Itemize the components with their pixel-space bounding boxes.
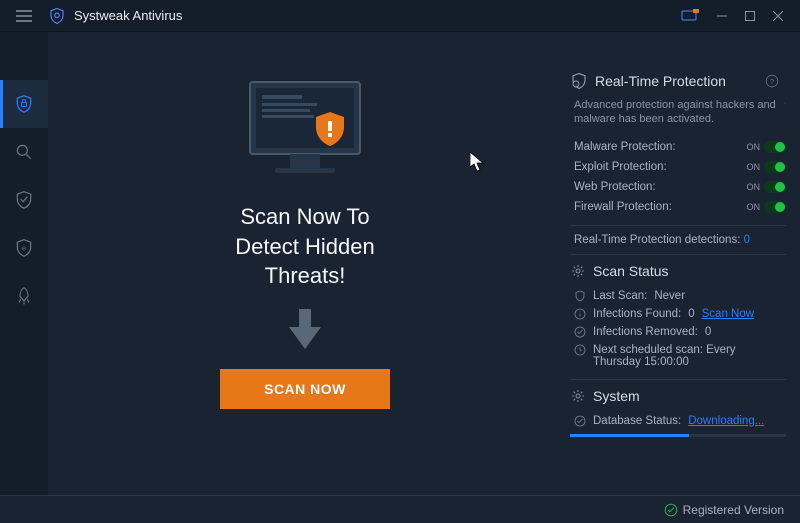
gear-icon (570, 388, 586, 404)
toggle-exploit[interactable] (764, 161, 786, 173)
right-panel: i Real-Time Protection ? Advanced protec… (562, 32, 800, 495)
nav-exploit[interactable]: e (0, 224, 48, 272)
rtp-detections: Real-Time Protection detections: 0 (570, 234, 786, 246)
db-status-value: Downloading... (688, 415, 764, 427)
system-header: System (570, 388, 786, 404)
hero-line3: Threats! (235, 261, 374, 291)
hero-panel: Scan Now To Detect Hidden Threats! SCAN … (48, 32, 562, 495)
nav-search[interactable] (0, 128, 48, 176)
rtp-header: i Real-Time Protection ? (570, 72, 786, 90)
app-logo-icon (48, 7, 66, 25)
monitor-illustration (240, 77, 370, 187)
svg-text:e: e (22, 244, 26, 253)
rtp-description-row[interactable]: Advanced protection against hackers and … (570, 98, 786, 127)
hero-line2: Detect Hidden (235, 232, 374, 262)
scan-title: Scan Status (593, 263, 669, 279)
shield-info-icon: i (570, 72, 588, 90)
info-icon (574, 308, 586, 320)
arrow-down-icon (288, 309, 322, 349)
toggle-web[interactable] (764, 181, 786, 193)
minimize-button[interactable] (708, 4, 736, 28)
check-circle-icon (574, 415, 586, 427)
prot-malware: Malware Protection:ON (570, 137, 786, 157)
cart-icon[interactable] (680, 9, 700, 23)
db-status-row: Database Status: Downloading... (570, 412, 786, 430)
system-title: System (593, 388, 640, 404)
rocket-icon (14, 286, 34, 306)
prot-web: Web Protection:ON (570, 177, 786, 197)
separator (570, 225, 786, 226)
hero-line1: Scan Now To (235, 202, 374, 232)
separator (570, 254, 786, 255)
gear-icon (570, 263, 586, 279)
rtp-title: Real-Time Protection (595, 73, 726, 89)
db-progress-bar (570, 434, 786, 437)
check-circle-icon (664, 503, 678, 517)
content: Scan Now To Detect Hidden Threats! SCAN … (48, 32, 800, 495)
search-icon (14, 142, 34, 162)
shield-lock-icon (14, 94, 34, 114)
nav-shield[interactable] (0, 80, 48, 128)
hero-headline: Scan Now To Detect Hidden Threats! (235, 202, 374, 291)
rtp-description: Advanced protection against hackers and … (574, 98, 778, 127)
scan-header: Scan Status (570, 263, 786, 279)
check-circle-icon (574, 326, 586, 338)
menu-button[interactable] (0, 0, 48, 32)
main-area: e Scan Now To (0, 32, 800, 495)
next-scan-row: Next scheduled scan: Every Thursday 15:0… (570, 341, 786, 371)
shield-e-icon: e (14, 238, 34, 258)
footer-label: Registered Version (683, 503, 784, 517)
last-scan-row: Last Scan: Never (570, 287, 786, 305)
hamburger-icon (16, 10, 32, 22)
close-icon (773, 11, 783, 21)
nav-boost[interactable] (0, 272, 48, 320)
prot-exploit: Exploit Protection:ON (570, 157, 786, 177)
shield-small-icon (574, 290, 586, 302)
scan-now-link[interactable]: Scan Now (702, 308, 754, 320)
maximize-button[interactable] (736, 4, 764, 28)
toggle-firewall[interactable] (764, 201, 786, 213)
shield-check-icon (14, 190, 34, 210)
clock-icon (574, 344, 586, 356)
toggle-malware[interactable] (764, 141, 786, 153)
footer: Registered Version (0, 495, 800, 523)
svg-text:i: i (576, 82, 577, 87)
svg-text:?: ? (770, 77, 774, 86)
infections-removed-row: Infections Removed: 0 (570, 323, 786, 341)
separator (570, 379, 786, 380)
minimize-icon (717, 11, 727, 21)
titlebar: Systweak Antivirus (0, 0, 800, 32)
help-icon[interactable]: ? (765, 74, 779, 88)
app-title: Systweak Antivirus (74, 8, 680, 23)
infections-found-row: Infections Found: 0 Scan Now (570, 305, 786, 323)
maximize-icon (745, 11, 755, 21)
detections-count: 0 (744, 234, 750, 246)
prot-firewall: Firewall Protection:ON (570, 197, 786, 217)
nav-protection[interactable] (0, 176, 48, 224)
chevron-down-icon (778, 98, 786, 108)
scan-now-button[interactable]: SCAN NOW (220, 369, 390, 409)
close-button[interactable] (764, 4, 792, 28)
sidebar: e (0, 32, 48, 495)
